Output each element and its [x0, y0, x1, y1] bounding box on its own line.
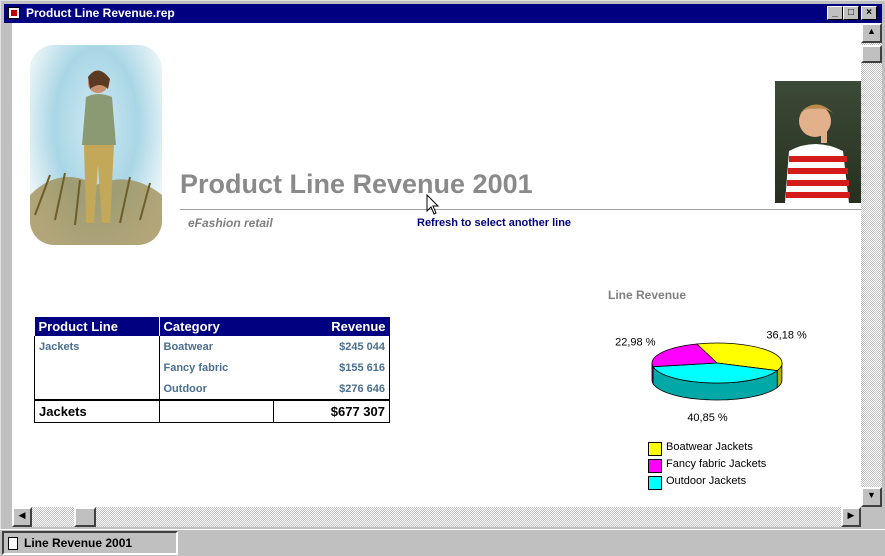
cell-product-line: Jackets	[34, 336, 160, 357]
chart-title: Line Revenue	[608, 288, 687, 302]
cell-revenue: $155 616	[273, 357, 390, 378]
horizontal-scroll-thumb[interactable]	[74, 507, 96, 527]
scroll-left-button[interactable]: ◀	[12, 507, 32, 527]
window-title: Product Line Revenue.rep	[26, 6, 175, 20]
minimize-button[interactable]: _	[827, 6, 843, 20]
legend-swatch	[648, 442, 662, 456]
revenue-table: Product Line Category Revenue Jackets Bo…	[34, 317, 390, 423]
table-total-row: Jackets $677 307	[34, 399, 390, 423]
legend-swatch	[648, 476, 662, 490]
header-revenue: Revenue	[273, 317, 390, 336]
legend-label: Boatwear Jackets	[666, 441, 753, 453]
refresh-link[interactable]: Refresh to select another line	[417, 217, 571, 229]
table-header-row: Product Line Category Revenue	[34, 317, 390, 336]
cell-product-line	[34, 378, 160, 400]
cell-revenue: $245 044	[273, 336, 390, 357]
total-label: Jackets	[34, 399, 160, 423]
scroll-corner	[861, 507, 882, 527]
woman-photo	[30, 45, 162, 245]
cell-category: Boatwear	[163, 340, 214, 353]
report-title: Product Line Revenue 2001	[180, 169, 533, 199]
close-button[interactable]: ×	[861, 6, 877, 20]
scroll-right-button[interactable]: ▶	[841, 507, 861, 527]
cell-category: Outdoor	[163, 382, 207, 395]
cell-category: Fancy fabric	[163, 361, 229, 374]
report-subtitle: eFashion retail	[188, 216, 273, 230]
tab-line-revenue-2001[interactable]: Line Revenue 2001	[2, 531, 178, 555]
arrow-left-icon: ◀	[18, 510, 26, 520]
maximize-button[interactable]: □	[843, 6, 859, 20]
vertical-scroll-thumb[interactable]	[861, 45, 882, 63]
vertical-scrollbar[interactable]: ▲ ▼	[861, 23, 882, 507]
arrow-down-icon: ▼	[867, 490, 876, 500]
document-icon	[8, 537, 18, 550]
pie-data-label: 40,85 %	[687, 412, 728, 424]
cell-revenue: $276 646	[273, 378, 390, 400]
table-row: Fancy fabric $155 616	[34, 357, 390, 378]
header-category: Category	[159, 317, 274, 336]
table-row: Outdoor $276 646	[34, 378, 390, 400]
maximize-icon: □	[847, 7, 855, 18]
close-icon: ×	[866, 7, 872, 18]
arrow-right-icon: ▶	[847, 510, 855, 520]
revenue-pie-chart: 36,18 % 40,85 % 22,98 %	[615, 329, 807, 424]
cell-product-line	[34, 357, 160, 378]
table-row: Jackets Boatwear $245 044	[34, 336, 390, 357]
legend-label: Outdoor Jackets	[666, 475, 747, 487]
mouse-cursor-icon	[426, 194, 440, 215]
total-value: $677 307	[273, 399, 390, 423]
legend-label: Fancy fabric Jackets	[666, 458, 767, 470]
scroll-down-button[interactable]: ▼	[861, 487, 882, 507]
scroll-up-button[interactable]: ▲	[861, 23, 882, 43]
tab-label: Line Revenue 2001	[24, 536, 133, 550]
horizontal-scrollbar[interactable]: ◀ ▶	[12, 507, 861, 527]
document-tabs-bar: Line Revenue 2001	[0, 529, 885, 556]
boy-photo	[775, 81, 861, 203]
report-window: Product Line Revenue.rep _ □ × Product L…	[0, 0, 885, 529]
legend-swatch	[648, 459, 662, 473]
header-product-line: Product Line	[34, 317, 160, 336]
arrow-up-icon: ▲	[867, 26, 876, 36]
minimize-icon: _	[832, 7, 838, 18]
title-divider	[180, 209, 861, 210]
report-page: Product Line Revenue 2001 eFashion retai…	[12, 23, 861, 507]
report-document-icon[interactable]	[8, 7, 20, 19]
pie-data-label: 36,18 %	[766, 329, 807, 341]
pie-data-label: 22,98 %	[615, 337, 656, 349]
title-bar[interactable]: Product Line Revenue.rep _ □ ×	[4, 4, 882, 23]
